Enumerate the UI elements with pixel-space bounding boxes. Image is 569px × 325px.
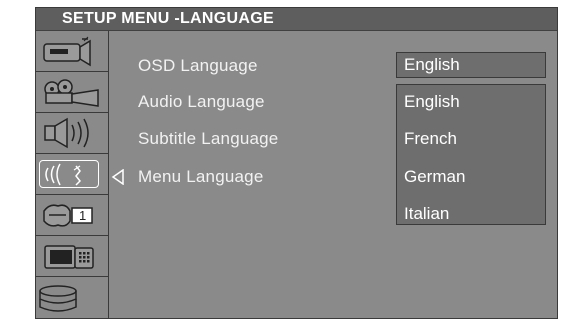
projector-icon — [44, 79, 99, 107]
current-value: English — [404, 55, 460, 74]
sidebar-item-speaker[interactable] — [36, 113, 108, 154]
option-italian[interactable]: Italian — [404, 203, 449, 225]
menu-language-label[interactable]: Menu Language — [138, 166, 264, 188]
option-german[interactable]: German — [404, 166, 465, 188]
sidebar-item-projector[interactable] — [36, 72, 108, 113]
sidebar-item-language[interactable] — [36, 154, 108, 195]
osd-language-label[interactable]: OSD Language — [138, 55, 258, 77]
sidebar-item-discs[interactable] — [36, 277, 108, 318]
disc-stack-icon — [39, 285, 77, 312]
sidebar-item-tv[interactable] — [36, 236, 108, 277]
left-arrow-icon — [111, 169, 124, 185]
menu-title: SETUP MENU -LANGUAGE — [62, 10, 274, 27]
language-icon — [45, 163, 82, 186]
title-bar: SETUP MENU -LANGUAGE — [36, 8, 557, 31]
subtitle-language-label[interactable]: Subtitle Language — [138, 128, 278, 150]
language-options-list[interactable]: English French German Italian — [396, 84, 546, 225]
audio-language-label[interactable]: Audio Language — [138, 91, 265, 113]
current-value-box[interactable]: English — [396, 52, 546, 78]
option-english[interactable]: English — [404, 91, 460, 113]
sidebar-item-camera[interactable] — [36, 31, 108, 72]
option-french[interactable]: French — [404, 128, 457, 150]
clock-icon: 1 — [43, 204, 93, 227]
setup-menu-screen: SETUP MENU -LANGUAGE 1 OSD Language Audi… — [35, 7, 558, 319]
sidebar-item-clock[interactable]: 1 — [36, 195, 108, 236]
sidebar: 1 — [36, 31, 109, 318]
speaker-icon — [44, 117, 89, 149]
clock-digit: 1 — [79, 208, 86, 223]
tv-icon — [44, 245, 94, 269]
camera-icon — [43, 36, 91, 67]
